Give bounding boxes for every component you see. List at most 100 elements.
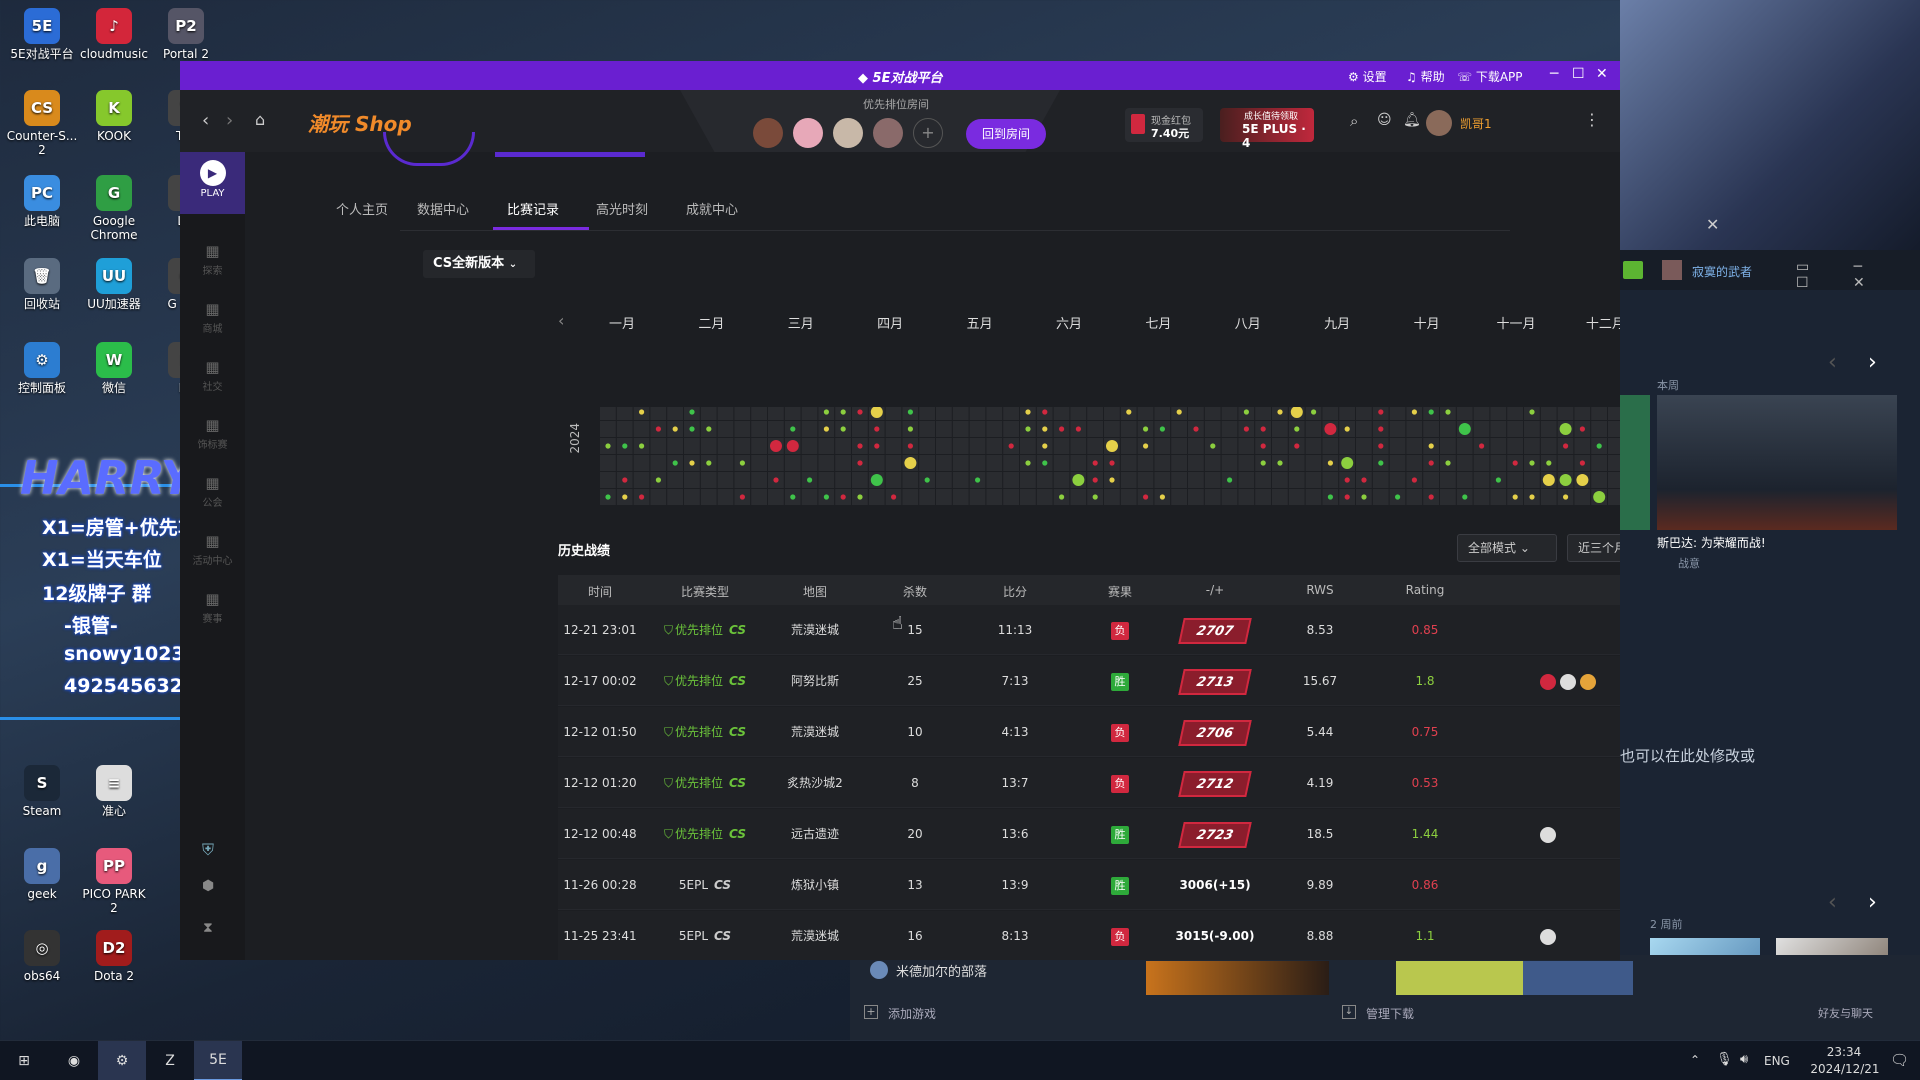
- match-dot[interactable]: [1411, 477, 1417, 483]
- match-dot[interactable]: [655, 477, 661, 483]
- match-dot[interactable]: [1143, 494, 1149, 500]
- room-avatar-3[interactable]: [833, 118, 863, 148]
- match-dot[interactable]: [1529, 494, 1535, 500]
- close-button[interactable]: ✕: [1596, 66, 1608, 82]
- room-avatar-1[interactable]: [753, 118, 783, 148]
- add-game-button[interactable]: 添加游戏: [888, 1005, 936, 1022]
- match-dot[interactable]: [1579, 460, 1585, 466]
- hourglass-icon[interactable]: ⧗: [203, 920, 213, 936]
- match-dot[interactable]: [1428, 409, 1434, 415]
- match-dot[interactable]: [870, 474, 883, 486]
- match-dot[interactable]: [672, 426, 678, 432]
- steam-notify-icon[interactable]: [1623, 261, 1643, 279]
- match-dot[interactable]: [1059, 426, 1065, 432]
- desktop-icon[interactable]: W 微信: [78, 342, 150, 395]
- match-dot[interactable]: [1092, 477, 1098, 483]
- match-dot[interactable]: [1075, 426, 1081, 432]
- desktop-icon[interactable]: 5E 5E对战平台: [6, 8, 78, 61]
- match-dot[interactable]: [1361, 494, 1367, 500]
- match-dot[interactable]: [840, 409, 846, 415]
- version-select[interactable]: CS全新版本 ⌄: [423, 250, 535, 278]
- match-dot[interactable]: [770, 440, 782, 452]
- match-dot[interactable]: [1546, 460, 1552, 466]
- maximize-button[interactable]: ☐: [1572, 66, 1585, 82]
- gold-medal-icon[interactable]: [1580, 673, 1596, 690]
- match-dot[interactable]: [1159, 426, 1165, 432]
- add-member-icon[interactable]: +: [913, 118, 943, 148]
- match-row[interactable]: 11-25 23:41 5EPL CS 荒漠迷城 16 8:13 负 3015(-9.00) 8…: [558, 911, 1620, 960]
- match-dot[interactable]: [605, 494, 611, 500]
- help-button[interactable]: ♫ 帮助: [1406, 68, 1445, 85]
- skull-medal-icon[interactable]: [1540, 928, 1556, 945]
- match-dot[interactable]: [907, 426, 913, 432]
- play-button[interactable]: ▶ PLAY: [180, 152, 245, 214]
- match-dot[interactable]: [1294, 426, 1300, 432]
- star-medal-icon[interactable]: [1540, 673, 1556, 690]
- match-dot[interactable]: [1445, 460, 1451, 466]
- match-dot[interactable]: [1042, 426, 1048, 432]
- desktop-icon[interactable]: P2 Portal 2: [150, 8, 222, 61]
- cs2-thumb[interactable]: [1146, 961, 1329, 995]
- match-dot[interactable]: [706, 426, 712, 432]
- game-capsule-image[interactable]: [1657, 395, 1897, 530]
- plus-badge[interactable]: 成长值待领取 5E PLUS · 4: [1220, 108, 1314, 150]
- match-dot[interactable]: [1462, 494, 1468, 500]
- match-dot[interactable]: [1025, 460, 1031, 466]
- clock-date[interactable]: 2024/12/21: [1800, 1062, 1890, 1076]
- match-dot[interactable]: [807, 477, 813, 483]
- match-dot[interactable]: [1327, 494, 1333, 500]
- match-dot[interactable]: [1106, 440, 1118, 452]
- match-dot[interactable]: [1260, 426, 1266, 432]
- match-dot[interactable]: [1559, 474, 1572, 486]
- friends-icon[interactable]: ☺: [1377, 112, 1392, 128]
- tab-2[interactable]: 比赛记录: [507, 199, 559, 218]
- match-dot[interactable]: [1109, 460, 1115, 466]
- calendar-prev-arrow[interactable]: ‹: [558, 311, 564, 330]
- match-dot[interactable]: [1109, 477, 1115, 483]
- match-dot[interactable]: [1529, 409, 1535, 415]
- game-title[interactable]: 斯巴达: 为荣耀而战!: [1657, 534, 1766, 551]
- match-dot[interactable]: [1428, 494, 1434, 500]
- add-game-icon[interactable]: +: [864, 1005, 878, 1019]
- bell-icon[interactable]: 🔔︎: [1403, 112, 1421, 128]
- match-dot[interactable]: [1143, 443, 1149, 449]
- skull-medal-icon[interactable]: [1560, 673, 1576, 690]
- desktop-icon[interactable]: ♪ cloudmusic: [78, 8, 150, 61]
- match-dot[interactable]: [1411, 409, 1417, 415]
- match-dot[interactable]: [1008, 443, 1014, 449]
- minimize-button[interactable]: ─: [1550, 66, 1558, 82]
- tab-4[interactable]: 成就中心: [686, 199, 738, 218]
- match-dot[interactable]: [1277, 460, 1283, 466]
- match-dot[interactable]: [655, 426, 661, 432]
- desktop-icon[interactable]: ⚙ 控制面板: [6, 342, 78, 395]
- match-dot[interactable]: [1593, 491, 1606, 503]
- match-dot[interactable]: [739, 460, 745, 466]
- match-dot[interactable]: [1378, 443, 1384, 449]
- match-dot[interactable]: [786, 440, 799, 452]
- match-dot[interactable]: [1311, 409, 1317, 415]
- match-dot[interactable]: [1260, 443, 1266, 449]
- match-dot[interactable]: [1563, 443, 1569, 449]
- desktop-icon[interactable]: G Google Chrome: [78, 175, 150, 242]
- match-dot[interactable]: [1126, 409, 1132, 415]
- manage-downloads-button[interactable]: 管理下载: [1366, 1005, 1414, 1022]
- match-dot[interactable]: [605, 443, 611, 449]
- match-dot[interactable]: [1193, 426, 1199, 432]
- match-dot[interactable]: [1378, 426, 1384, 432]
- match-row[interactable]: 11-26 00:28 5EPL CS 炼狱小镇 13 13:9 胜 3006(+15) 9.8…: [558, 860, 1620, 910]
- friend-group-name[interactable]: 米德加尔的部落: [896, 961, 987, 980]
- match-dot[interactable]: [689, 426, 695, 432]
- match-dot[interactable]: [840, 494, 846, 500]
- match-dot[interactable]: [790, 494, 796, 500]
- taskbar-app-1[interactable]: ◉: [50, 1041, 98, 1080]
- match-dot[interactable]: [1495, 477, 1501, 483]
- match-dot[interactable]: [1542, 474, 1555, 486]
- match-row[interactable]: 12-12 01:50 ⛉ 优先排位 CS 荒漠迷城 10 4:13 负 2706 5.44 0.7…: [558, 707, 1620, 757]
- shield-icon[interactable]: ⛨: [202, 840, 214, 860]
- notification-icon[interactable]: 🗨︎: [1890, 1051, 1909, 1069]
- room-avatar-2[interactable]: [793, 118, 823, 148]
- match-dot[interactable]: [1143, 426, 1149, 432]
- match-dot[interactable]: [904, 457, 917, 469]
- match-dot[interactable]: [1042, 409, 1048, 415]
- match-dot[interactable]: [622, 443, 628, 449]
